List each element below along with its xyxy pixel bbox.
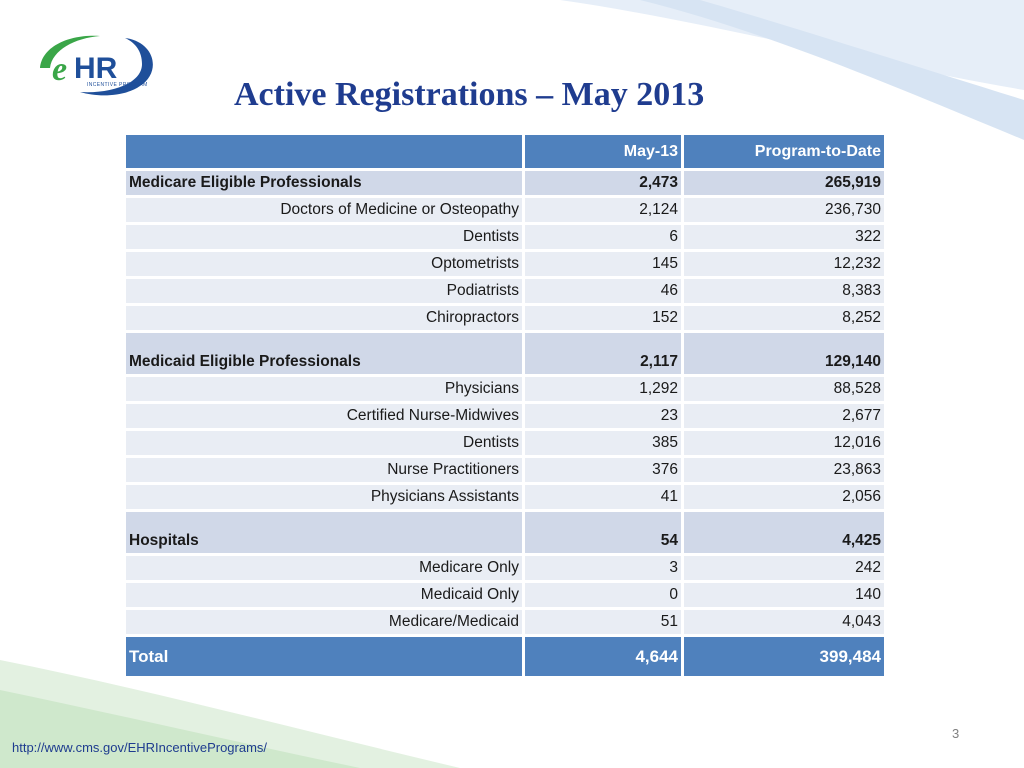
row-ptd-value: 8,252 xyxy=(684,306,884,330)
total-ptd-value: 399,484 xyxy=(684,637,884,676)
row-ptd-value: 140 xyxy=(684,583,884,607)
table-row: Dentists 6 322 xyxy=(126,225,884,249)
group-ptd-value: 265,919 xyxy=(684,171,884,195)
header-program-to-date: Program-to-Date xyxy=(684,135,884,168)
row-label: Chiropractors xyxy=(126,306,522,330)
group-may-value: 54 xyxy=(525,512,681,553)
row-label: Optometrists xyxy=(126,252,522,276)
row-ptd-value: 242 xyxy=(684,556,884,580)
row-may-value: 6 xyxy=(525,225,681,249)
table-row: Nurse Practitioners 376 23,863 xyxy=(126,458,884,482)
registrations-table: May-13 Program-to-Date Medicare Eligible… xyxy=(123,132,887,679)
group-label: Hospitals xyxy=(126,512,522,553)
table-header-row: May-13 Program-to-Date xyxy=(126,135,884,168)
table-row: Chiropractors 152 8,252 xyxy=(126,306,884,330)
group-label: Medicaid Eligible Professionals xyxy=(126,333,522,374)
group-row-hospitals: Hospitals 54 4,425 xyxy=(126,512,884,553)
row-label: Certified Nurse-Midwives xyxy=(126,404,522,428)
table-row: Physicians 1,292 88,528 xyxy=(126,377,884,401)
table-row: Medicaid Only 0 140 xyxy=(126,583,884,607)
table-row: Physicians Assistants 41 2,056 xyxy=(126,485,884,509)
row-label: Podiatrists xyxy=(126,279,522,303)
group-ptd-value: 129,140 xyxy=(684,333,884,374)
ehr-logo-icon: e HR xyxy=(40,35,153,96)
page-number: 3 xyxy=(952,726,960,741)
row-label: Doctors of Medicine or Osteopathy xyxy=(126,198,522,222)
row-may-value: 51 xyxy=(525,610,681,634)
table-row: Medicare/Medicaid 51 4,043 xyxy=(126,610,884,634)
row-may-value: 145 xyxy=(525,252,681,276)
row-may-value: 152 xyxy=(525,306,681,330)
row-may-value: 1,292 xyxy=(525,377,681,401)
row-may-value: 41 xyxy=(525,485,681,509)
table-row: Certified Nurse-Midwives 23 2,677 xyxy=(126,404,884,428)
table-row: Dentists 385 12,016 xyxy=(126,431,884,455)
table-row: Optometrists 145 12,232 xyxy=(126,252,884,276)
row-ptd-value: 236,730 xyxy=(684,198,884,222)
total-label: Total xyxy=(126,637,522,676)
row-label: Physicians xyxy=(126,377,522,401)
row-may-value: 23 xyxy=(525,404,681,428)
row-label: Medicaid Only xyxy=(126,583,522,607)
ehr-logo: e HR INCENTIVE PROGRAM xyxy=(30,28,160,100)
header-may-13: May-13 xyxy=(525,135,681,168)
row-label: Dentists xyxy=(126,431,522,455)
logo-subtext: INCENTIVE PROGRAM xyxy=(87,82,148,88)
row-ptd-value: 322 xyxy=(684,225,884,249)
source-url: http://www.cms.gov/EHRIncentivePrograms/ xyxy=(12,740,268,755)
table-row: Medicare Only 3 242 xyxy=(126,556,884,580)
page-title: Active Registrations – May 2013 xyxy=(234,76,705,113)
group-row-medicaid: Medicaid Eligible Professionals 2,117 12… xyxy=(126,333,884,374)
row-may-value: 376 xyxy=(525,458,681,482)
group-label: Medicare Eligible Professionals xyxy=(126,171,522,195)
row-ptd-value: 2,056 xyxy=(684,485,884,509)
row-ptd-value: 8,383 xyxy=(684,279,884,303)
row-ptd-value: 23,863 xyxy=(684,458,884,482)
group-may-value: 2,117 xyxy=(525,333,681,374)
row-label: Medicare Only xyxy=(126,556,522,580)
table-row: Doctors of Medicine or Osteopathy 2,124 … xyxy=(126,198,884,222)
row-label: Nurse Practitioners xyxy=(126,458,522,482)
group-ptd-value: 4,425 xyxy=(684,512,884,553)
row-label: Physicians Assistants xyxy=(126,485,522,509)
total-may-value: 4,644 xyxy=(525,637,681,676)
row-label: Dentists xyxy=(126,225,522,249)
group-row-medicare: Medicare Eligible Professionals 2,473 26… xyxy=(126,171,884,195)
row-ptd-value: 4,043 xyxy=(684,610,884,634)
row-ptd-value: 12,016 xyxy=(684,431,884,455)
logo-hr-letters: HR xyxy=(74,52,118,85)
row-label: Medicare/Medicaid xyxy=(126,610,522,634)
group-may-value: 2,473 xyxy=(525,171,681,195)
row-ptd-value: 2,677 xyxy=(684,404,884,428)
logo-e-letter: e xyxy=(52,51,67,88)
table-row: Podiatrists 46 8,383 xyxy=(126,279,884,303)
total-row: Total 4,644 399,484 xyxy=(126,637,884,676)
row-may-value: 385 xyxy=(525,431,681,455)
row-may-value: 0 xyxy=(525,583,681,607)
header-label-column xyxy=(126,135,522,168)
row-may-value: 3 xyxy=(525,556,681,580)
row-may-value: 2,124 xyxy=(525,198,681,222)
row-ptd-value: 88,528 xyxy=(684,377,884,401)
row-may-value: 46 xyxy=(525,279,681,303)
row-ptd-value: 12,232 xyxy=(684,252,884,276)
